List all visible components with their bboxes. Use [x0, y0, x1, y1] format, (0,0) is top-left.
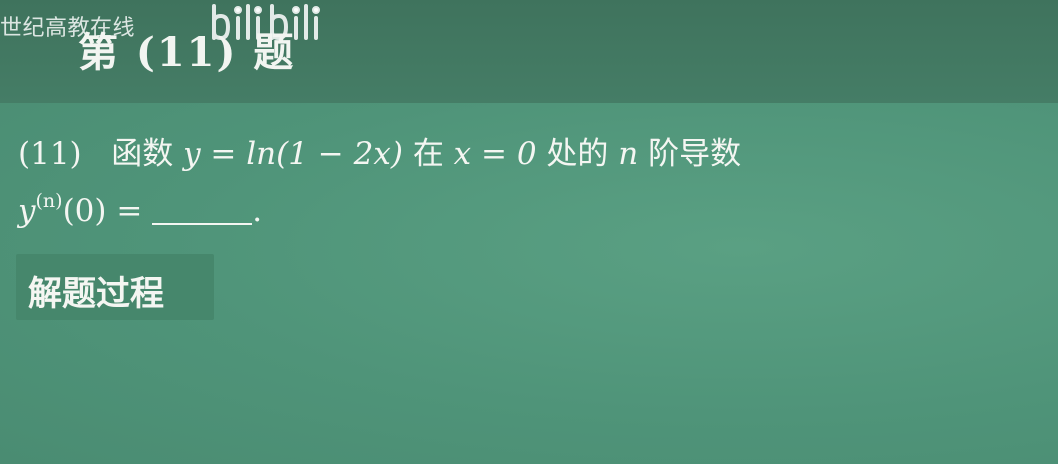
problem-text-function: 函数	[111, 136, 174, 172]
problem-text-derivative: 阶导数	[648, 136, 742, 172]
function-expression: y = ln(1 − 2x)	[183, 136, 403, 172]
derivative-argument: (0) =	[62, 193, 143, 229]
problem-text-at: 在	[412, 136, 444, 172]
problem-statement-line1: (11) 函数 y = ln(1 − 2x) 在 x = 0 处的 n 阶导数	[18, 128, 741, 173]
answer-blank	[152, 199, 253, 225]
order-variable: n	[618, 136, 639, 172]
problem-heading: 第 (11) 题	[78, 29, 296, 76]
solution-label-box: 解题过程	[16, 254, 214, 320]
period: .	[252, 193, 263, 229]
point-expression: x = 0	[453, 136, 537, 172]
solution-label: 解题过程	[28, 274, 164, 314]
problem-number: (11)	[18, 136, 82, 172]
problem-statement-line2: y(n)(0) = .	[18, 190, 262, 229]
problem-text-of: 处的	[546, 136, 609, 172]
derivative-base: y	[18, 193, 36, 229]
derivative-order: (n)	[35, 190, 63, 212]
